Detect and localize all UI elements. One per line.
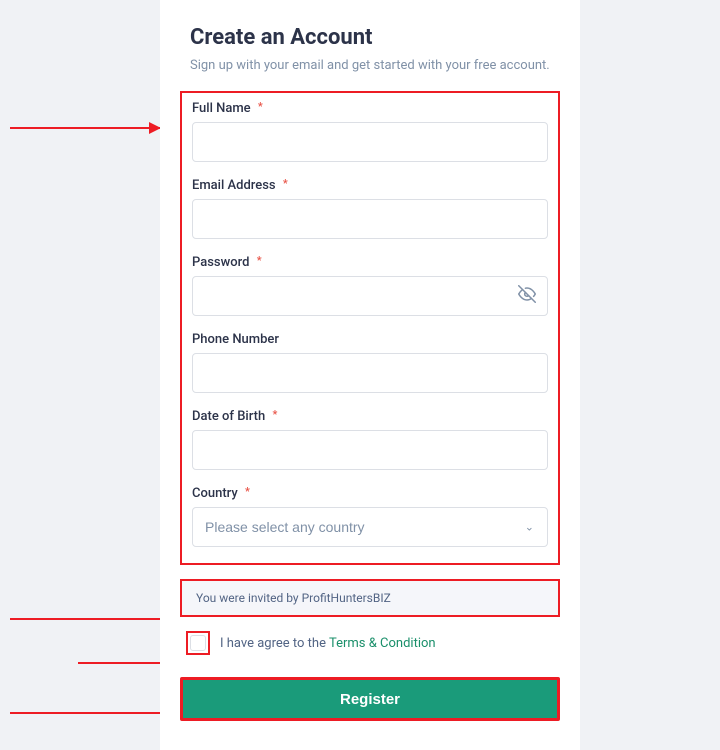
terms-link[interactable]: Terms & Condition: [329, 636, 436, 651]
password-input-wrapper: [192, 276, 548, 316]
page-title: Create an Account: [190, 25, 550, 50]
field-password: Password *: [192, 255, 548, 316]
annotation-arrow: [10, 712, 175, 714]
invite-notice: You were invited by ProfitHuntersBIZ: [180, 579, 560, 617]
label-text: Password: [192, 255, 249, 270]
eye-off-icon[interactable]: [518, 285, 536, 307]
field-email: Email Address *: [192, 178, 548, 239]
terms-prefix: I have agree to the: [220, 636, 329, 651]
form-fields-group: Full Name * Email Address * Password *: [180, 91, 560, 565]
terms-row: I have agree to the Terms & Condition: [186, 631, 550, 655]
country-select-wrapper: Please select any country ⌄: [192, 507, 548, 547]
full-name-input[interactable]: [192, 122, 548, 162]
required-mark: *: [272, 408, 277, 421]
required-mark: *: [245, 485, 250, 498]
country-select[interactable]: Please select any country: [192, 507, 548, 547]
annotation-arrow: [10, 618, 175, 620]
required-mark: *: [283, 177, 288, 190]
label-text: Email Address: [192, 178, 276, 193]
register-button[interactable]: Register: [180, 677, 560, 721]
terms-checkbox[interactable]: [190, 635, 206, 651]
required-mark: *: [257, 254, 262, 267]
label-text: Phone Number: [192, 332, 279, 347]
page-subtitle: Sign up with your email and get started …: [190, 58, 550, 73]
field-dob: Date of Birth *: [192, 409, 548, 470]
label-text: Date of Birth: [192, 409, 265, 424]
field-phone: Phone Number: [192, 332, 548, 393]
field-full-name: Full Name *: [192, 101, 548, 162]
phone-label: Phone Number: [192, 332, 548, 347]
dob-label: Date of Birth *: [192, 409, 548, 424]
terms-text: I have agree to the Terms & Condition: [220, 636, 436, 651]
annotation-arrow: [10, 127, 160, 129]
label-text: Country: [192, 486, 238, 501]
required-mark: *: [258, 100, 263, 113]
country-label: Country *: [192, 486, 548, 501]
checkbox-highlight: [186, 631, 210, 655]
phone-input[interactable]: [192, 353, 548, 393]
email-input[interactable]: [192, 199, 548, 239]
full-name-label: Full Name *: [192, 101, 548, 116]
password-input[interactable]: [192, 276, 548, 316]
invite-text: You were invited by ProfitHuntersBIZ: [196, 591, 391, 605]
dob-input[interactable]: [192, 430, 548, 470]
field-country: Country * Please select any country ⌄: [192, 486, 548, 547]
label-text: Full Name: [192, 101, 251, 116]
signup-card: Create an Account Sign up with your emai…: [160, 0, 580, 750]
password-label: Password *: [192, 255, 548, 270]
email-label: Email Address *: [192, 178, 548, 193]
